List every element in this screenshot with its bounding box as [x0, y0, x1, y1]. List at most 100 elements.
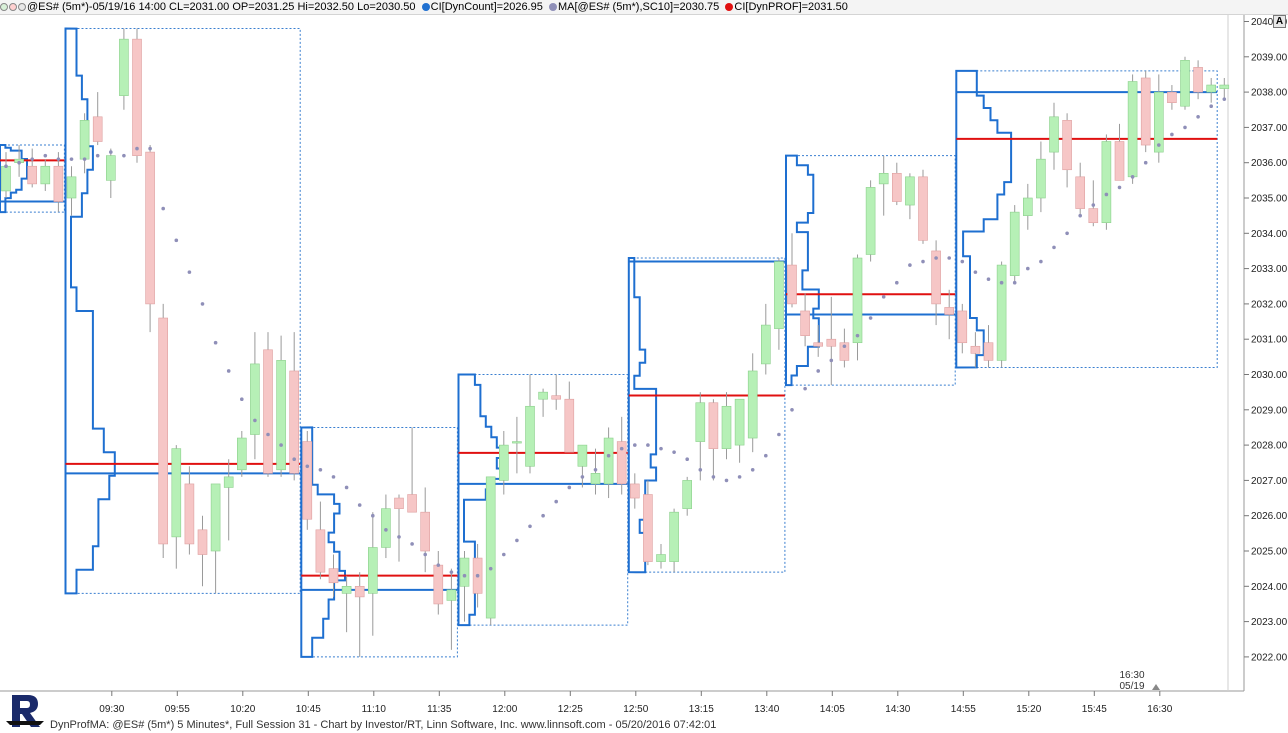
- candle-body: [119, 38, 129, 96]
- candle-body: [1088, 208, 1099, 224]
- candle-body: [957, 310, 968, 344]
- candle-body: [721, 405, 732, 449]
- ma-dot: [95, 153, 100, 158]
- candle-body: [1219, 84, 1230, 89]
- candle-body: [826, 338, 837, 347]
- ma-dot: [1170, 132, 1174, 137]
- ma-dot: [200, 302, 205, 306]
- ma-dot: [213, 340, 218, 345]
- x-tick-label: 13:40: [754, 704, 779, 715]
- ma-dot: [161, 206, 165, 211]
- auto-scale-button[interactable]: A: [1273, 15, 1286, 28]
- candle-body: [918, 176, 928, 241]
- candle-body: [276, 360, 286, 471]
- chart-footer: DynProfMA: @ES# (5m*) 5 Minutes*, Full S…: [50, 719, 717, 731]
- ma-dot: [279, 443, 283, 447]
- candle-body: [643, 494, 653, 562]
- ma-dot: [122, 153, 126, 158]
- ma-dot: [174, 238, 179, 243]
- ma-dot: [1183, 125, 1187, 130]
- x-tick-label: 10:45: [296, 704, 321, 715]
- candle-body: [158, 317, 168, 545]
- candle-body: [669, 511, 679, 562]
- ma-dot: [187, 270, 192, 274]
- ma-dot: [580, 475, 585, 479]
- candle-body: [407, 494, 417, 513]
- ma-dot: [266, 432, 270, 437]
- ma-dot: [135, 146, 139, 151]
- x-tick-label: 13:15: [689, 704, 714, 715]
- candle-body: [1022, 197, 1033, 216]
- candle-body: [970, 345, 981, 354]
- ma-dot: [868, 316, 873, 320]
- ma-dot: [1091, 203, 1096, 207]
- ma-dot: [240, 397, 244, 402]
- candle-body: [1180, 60, 1190, 107]
- x-tick-label: 14:30: [885, 704, 910, 715]
- ma-dot: [397, 535, 401, 539]
- ma-dot: [724, 478, 729, 483]
- ma-dot: [842, 344, 847, 349]
- ma-dot: [449, 570, 454, 574]
- candle-body: [787, 264, 797, 305]
- candle-body: [944, 307, 955, 315]
- candle-body: [512, 441, 522, 444]
- candle-body: [983, 342, 994, 361]
- candle-body: [1127, 81, 1138, 178]
- ma-dot: [475, 573, 480, 578]
- candle-body: [184, 483, 195, 545]
- x-tick-label: 09:30: [99, 704, 124, 715]
- candle-body: [53, 165, 64, 202]
- y-tick-label: 2036.00: [1251, 158, 1288, 169]
- candle-body: [1193, 67, 1203, 93]
- candle-body: [171, 448, 182, 538]
- ma-dot: [1130, 175, 1135, 179]
- x-tick-label: 10:20: [230, 704, 255, 715]
- candle-body: [1206, 84, 1216, 93]
- ma-dot: [1196, 115, 1200, 119]
- candle-body: [210, 483, 221, 552]
- ma-dot: [331, 475, 336, 479]
- candle-body: [1154, 91, 1164, 153]
- ma-dot: [515, 538, 519, 543]
- ma-dot: [855, 333, 860, 338]
- candle-body: [367, 547, 378, 594]
- candle-body: [1167, 91, 1177, 103]
- candle-body: [79, 120, 90, 160]
- candle-body: [1009, 211, 1020, 276]
- y-tick-label: 2037.00: [1251, 123, 1288, 134]
- candle-body: [1075, 176, 1085, 209]
- candle-body: [656, 554, 666, 562]
- ma-dot: [148, 146, 152, 151]
- ma-dot: [895, 280, 899, 285]
- ma-dot: [4, 164, 8, 169]
- ma-dot: [606, 453, 611, 458]
- ma-dot: [56, 157, 61, 161]
- ma-dot: [816, 369, 820, 373]
- linn-software-logo: [6, 695, 44, 727]
- ma-dot: [69, 157, 74, 161]
- plot-area[interactable]: [0, 15, 1244, 691]
- candle-body: [538, 391, 548, 400]
- candle-body: [250, 363, 260, 435]
- candle-body: [40, 165, 51, 185]
- candle-body: [708, 402, 719, 449]
- ma-dot: [711, 475, 716, 479]
- ma-dot: [750, 468, 755, 472]
- candle-body: [905, 176, 915, 206]
- candle-body: [315, 529, 326, 573]
- x-tick-label: 12:00: [492, 704, 517, 715]
- ma-dot: [1039, 259, 1043, 264]
- price-chart[interactable]: 2022.00 2023.00 2024.00 2025.00 2026.00 2027.…: [0, 0, 1288, 733]
- candle-body: [603, 437, 614, 485]
- candle-body: [237, 437, 247, 471]
- ma-dot: [541, 513, 545, 518]
- candle-body: [394, 497, 404, 509]
- ma-dot: [344, 485, 349, 490]
- candle-body: [433, 564, 444, 605]
- x-tick-label: 14:05: [820, 704, 845, 715]
- ma-dot: [1143, 160, 1148, 165]
- y-tick-label: 2039.00: [1251, 52, 1288, 63]
- ma-dot: [1052, 245, 1056, 250]
- ma-dot: [960, 259, 965, 264]
